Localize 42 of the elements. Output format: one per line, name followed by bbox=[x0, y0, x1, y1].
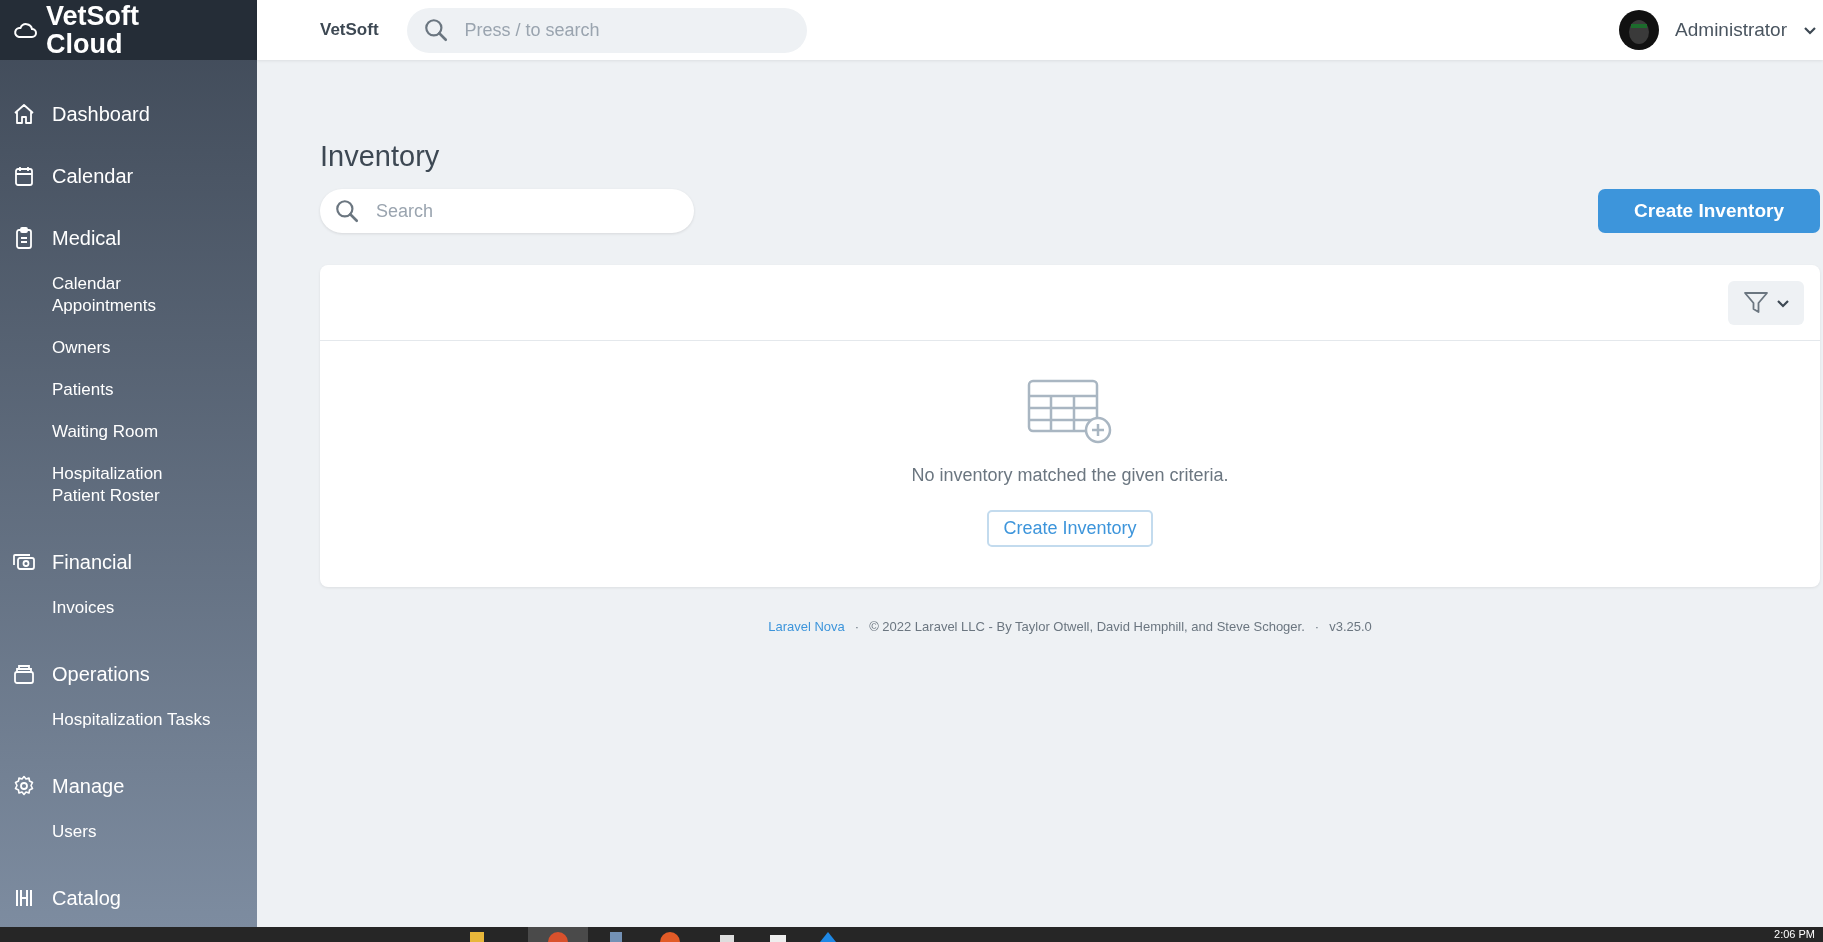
footer-link[interactable]: Laravel Nova bbox=[768, 619, 845, 634]
separator-dot: · bbox=[854, 619, 860, 634]
search-icon bbox=[334, 198, 360, 224]
sidebar-item[interactable]: Hospitalization Patient Roster bbox=[0, 453, 257, 517]
global-search-field[interactable]: Press / to search bbox=[406, 7, 807, 53]
empty-message: No inventory matched the given criteria. bbox=[911, 465, 1229, 486]
search-icon bbox=[422, 17, 449, 43]
sidebar-item[interactable]: Waiting Room bbox=[0, 411, 257, 453]
search-field[interactable]: Search bbox=[320, 189, 694, 233]
gear-icon bbox=[12, 774, 36, 798]
avatar[interactable] bbox=[1619, 10, 1660, 50]
footer-text: v3.25.0 bbox=[1329, 619, 1372, 634]
create-button[interactable]: Create Inventory bbox=[987, 510, 1153, 547]
filter-button[interactable] bbox=[1728, 280, 1804, 325]
search-field[interactable]: Search bbox=[374, 199, 680, 223]
sidebar-item[interactable]: Invoices bbox=[0, 587, 257, 629]
create-button[interactable]: Create Inventory bbox=[1598, 189, 1820, 233]
sidebar-section[interactable]: Dashboard bbox=[0, 89, 257, 139]
table-add-icon bbox=[1027, 379, 1113, 445]
box-icon bbox=[12, 662, 36, 686]
app-brand: VetSoft Cloud bbox=[46, 2, 140, 58]
sidebar-section[interactable]: Calendar bbox=[0, 151, 257, 201]
page-title: Inventory bbox=[320, 140, 441, 173]
sidebar-item[interactable]: Calendar Appointments bbox=[0, 263, 257, 327]
sidebar-item[interactable]: Hospitalization Tasks bbox=[0, 699, 257, 741]
sidebar-section[interactable]: Manage bbox=[0, 761, 257, 811]
calendar-icon bbox=[12, 164, 36, 188]
sidebar-item[interactable]: Patients bbox=[0, 369, 257, 411]
separator-dot: · bbox=[1314, 619, 1320, 634]
app-name: VetSoft bbox=[320, 20, 379, 40]
sidebar-section[interactable]: Financial bbox=[0, 537, 257, 587]
sidebar-section[interactable]: Medical bbox=[0, 213, 257, 263]
global-search-field[interactable]: Press / to search bbox=[462, 18, 791, 42]
sidebar-section[interactable]: Catalog bbox=[0, 873, 257, 923]
footer-text: © 2022 Laravel LLC - By Taylor Otwell, David Hemphill, and Steve Schoger. bbox=[869, 619, 1305, 634]
clock: 2:06 PM bbox=[1774, 927, 1815, 942]
home-icon bbox=[12, 102, 36, 126]
sidebar-section[interactable]: Operations bbox=[0, 649, 257, 699]
sidebar-item[interactable]: Owners bbox=[0, 327, 257, 369]
cloud-icon bbox=[12, 20, 38, 40]
user-name[interactable]: Administrator bbox=[1675, 19, 1787, 41]
sidebar-item[interactable]: Users bbox=[0, 811, 257, 853]
